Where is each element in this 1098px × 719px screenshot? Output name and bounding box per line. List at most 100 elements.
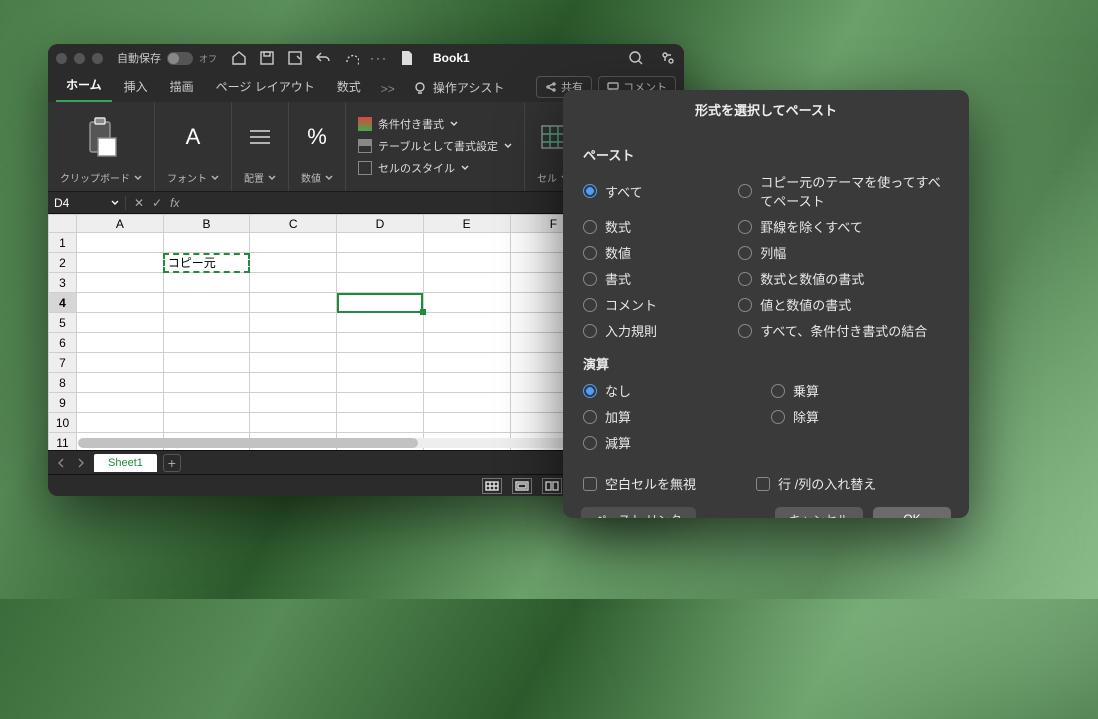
cell[interactable] — [250, 393, 337, 413]
cell[interactable] — [423, 313, 510, 333]
cell[interactable] — [337, 273, 424, 293]
sheet-nav-right-icon[interactable] — [74, 456, 88, 470]
paste-button[interactable] — [84, 106, 118, 168]
view-pagebreak-icon[interactable] — [542, 478, 562, 494]
window-controls[interactable] — [56, 53, 103, 64]
cell[interactable] — [77, 353, 164, 373]
tab-pagelayout[interactable]: ページ レイアウト — [206, 72, 325, 102]
cell[interactable] — [250, 253, 337, 273]
paste-option-radio[interactable]: 入力規則 — [583, 321, 728, 340]
paste-link-button[interactable]: ペースト リンク — [581, 507, 696, 518]
cell[interactable] — [337, 233, 424, 253]
cell[interactable] — [250, 313, 337, 333]
cell[interactable] — [77, 313, 164, 333]
cell[interactable] — [250, 233, 337, 253]
alignment-button[interactable] — [246, 106, 274, 168]
column-header[interactable]: B — [163, 215, 250, 233]
cell[interactable] — [77, 273, 164, 293]
cell[interactable] — [77, 333, 164, 353]
redo-icon[interactable] — [343, 50, 359, 66]
ok-button[interactable]: OK — [873, 507, 951, 518]
paste-option-radio[interactable]: 数式と数値の書式 — [738, 269, 949, 288]
row-header[interactable]: 10 — [49, 413, 77, 433]
cell[interactable] — [250, 333, 337, 353]
row-header[interactable]: 3 — [49, 273, 77, 293]
column-header[interactable]: A — [77, 215, 164, 233]
tell-me[interactable]: 操作アシスト — [405, 73, 513, 102]
cell[interactable] — [163, 393, 250, 413]
row-header[interactable]: 1 — [49, 233, 77, 253]
cell[interactable] — [77, 233, 164, 253]
cell[interactable] — [423, 293, 510, 313]
paste-option-radio[interactable]: コピー元のテーマを使ってすべてペースト — [738, 172, 949, 210]
cell[interactable] — [163, 273, 250, 293]
more-icon[interactable]: ··· — [371, 50, 387, 66]
cell[interactable] — [77, 373, 164, 393]
tab-draw[interactable]: 描画 — [160, 72, 204, 102]
row-header[interactable]: 11 — [49, 433, 77, 451]
autosave[interactable]: 自動保存 オフ — [117, 50, 217, 66]
addins-icon[interactable] — [660, 50, 676, 66]
operation-option-radio[interactable]: 乗算 — [771, 381, 949, 400]
save-icon[interactable] — [259, 50, 275, 66]
paste-option-radio[interactable]: コメント — [583, 295, 728, 314]
cell[interactable] — [163, 313, 250, 333]
tab-home[interactable]: ホーム — [56, 70, 112, 102]
tab-insert[interactable]: 挿入 — [114, 72, 158, 102]
skip-blanks-checkbox[interactable]: 空白セルを無視 — [583, 474, 696, 493]
paste-option-radio[interactable]: 数値 — [583, 243, 728, 262]
row-header[interactable]: 9 — [49, 393, 77, 413]
cell[interactable] — [423, 413, 510, 433]
cell[interactable] — [163, 333, 250, 353]
cell[interactable] — [423, 373, 510, 393]
operation-option-radio[interactable]: 除算 — [771, 407, 949, 426]
cell[interactable] — [423, 333, 510, 353]
cell[interactable] — [337, 393, 424, 413]
conditional-format-button[interactable]: 条件付き書式 — [358, 116, 512, 132]
cell[interactable] — [423, 273, 510, 293]
cell[interactable] — [250, 293, 337, 313]
cell[interactable] — [337, 413, 424, 433]
column-header[interactable]: C — [250, 215, 337, 233]
search-icon[interactable] — [628, 50, 644, 66]
column-header[interactable]: D — [337, 215, 424, 233]
cancel-formula-icon[interactable]: ✕ — [134, 196, 144, 210]
format-table-button[interactable]: テーブルとして書式設定 — [358, 138, 512, 154]
column-header[interactable]: E — [423, 215, 510, 233]
tab-formulas[interactable]: 数式 — [327, 72, 371, 102]
add-sheet-button[interactable]: + — [163, 454, 181, 472]
paste-option-radio[interactable]: 値と数値の書式 — [738, 295, 949, 314]
operation-option-radio[interactable]: 加算 — [583, 407, 761, 426]
paste-option-radio[interactable]: すべて — [583, 172, 728, 210]
paste-option-radio[interactable]: すべて、条件付き書式の結合 — [738, 321, 949, 340]
cell-style-button[interactable]: セルのスタイル — [358, 160, 512, 176]
cell[interactable] — [77, 253, 164, 273]
paste-option-radio[interactable]: 書式 — [583, 269, 728, 288]
home-icon[interactable] — [231, 50, 247, 66]
cell[interactable] — [250, 373, 337, 393]
save-as-icon[interactable] — [287, 50, 303, 66]
cell[interactable] — [423, 353, 510, 373]
more-tabs[interactable]: >> — [373, 76, 403, 102]
cell[interactable] — [337, 253, 424, 273]
select-all-corner[interactable] — [49, 215, 77, 233]
sheet-nav-left-icon[interactable] — [54, 456, 68, 470]
cell[interactable] — [250, 413, 337, 433]
row-header[interactable]: 8 — [49, 373, 77, 393]
cell[interactable] — [163, 373, 250, 393]
cell[interactable] — [423, 393, 510, 413]
cell[interactable] — [337, 313, 424, 333]
operation-option-radio[interactable]: なし — [583, 381, 761, 400]
cell[interactable] — [337, 333, 424, 353]
cell[interactable] — [77, 413, 164, 433]
row-header[interactable]: 2 — [49, 253, 77, 273]
row-header[interactable]: 5 — [49, 313, 77, 333]
operation-option-radio[interactable]: 減算 — [583, 433, 761, 452]
cell[interactable] — [163, 293, 250, 313]
cell[interactable] — [337, 373, 424, 393]
cell[interactable] — [163, 233, 250, 253]
cell[interactable]: コピー元 — [163, 253, 250, 273]
cell[interactable] — [250, 273, 337, 293]
number-button[interactable]: % — [307, 106, 327, 168]
paste-option-radio[interactable]: 罫線を除くすべて — [738, 217, 949, 236]
